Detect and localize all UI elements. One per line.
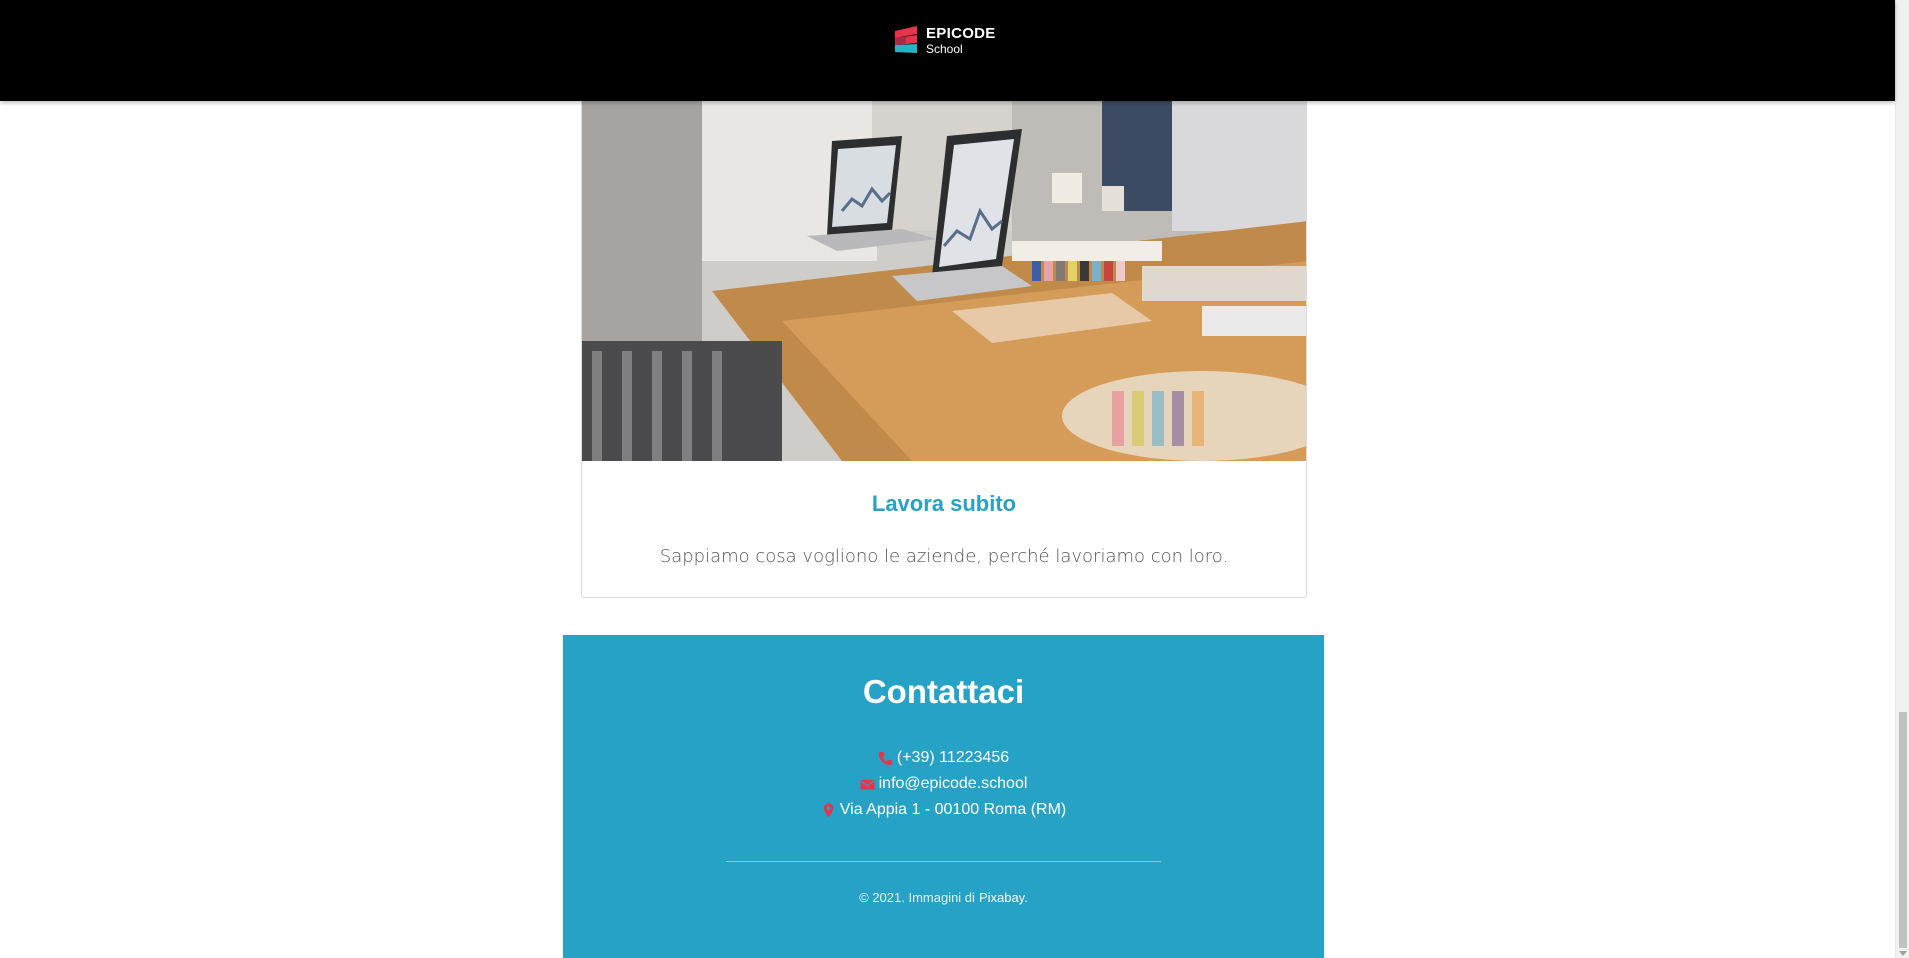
copyright-suffix: .	[1024, 890, 1028, 905]
epicode-logo-icon	[895, 26, 917, 53]
page: Lavora subito Sappiamo cosa vogliono le …	[0, 0, 1909, 958]
logo[interactable]: EPICODE School	[894, 23, 996, 57]
phone-number[interactable]: (+39) 11223456	[897, 749, 1009, 767]
scrollbar[interactable]	[1895, 0, 1909, 958]
contact-footer: Contattaci (+39) 11223456 info@epicode.s…	[563, 635, 1324, 958]
feature-card: Lavora subito Sappiamo cosa vogliono le …	[581, 60, 1307, 598]
scrollbar-thumb[interactable]	[1899, 712, 1907, 948]
copyright-prefix: © 2021. Immagini di	[859, 890, 975, 905]
map-marker-icon	[823, 802, 833, 818]
card-description: Sappiamo cosa vogliono le aziende, perch…	[659, 546, 1229, 567]
phone-icon	[878, 751, 892, 765]
footer-title: Contattaci	[862, 673, 1025, 710]
card-title: Lavora subito	[871, 491, 1017, 516]
logo-sub: School	[926, 41, 963, 56]
copyright: © 2021. Immagini di Pixabay.	[563, 890, 1324, 905]
contact-address: Via Appia 1 - 00100 Roma (RM)	[563, 801, 1324, 819]
logo-name: EPICODE	[926, 24, 996, 42]
scroll-down-arrow-icon[interactable]	[1899, 951, 1907, 956]
contact-email: info@epicode.school	[563, 775, 1324, 793]
envelope-icon	[860, 779, 875, 790]
address-text: Via Appia 1 - 00100 Roma (RM)	[839, 801, 1067, 818]
navbar: EPICODE School	[0, 0, 1895, 101]
footer-divider	[726, 861, 1161, 862]
pixabay-link[interactable]: Pixabay	[979, 890, 1024, 905]
email-address[interactable]: info@epicode.school	[879, 775, 1028, 793]
contact-phone: (+39) 11223456	[563, 749, 1324, 767]
card-image	[582, 61, 1306, 461]
